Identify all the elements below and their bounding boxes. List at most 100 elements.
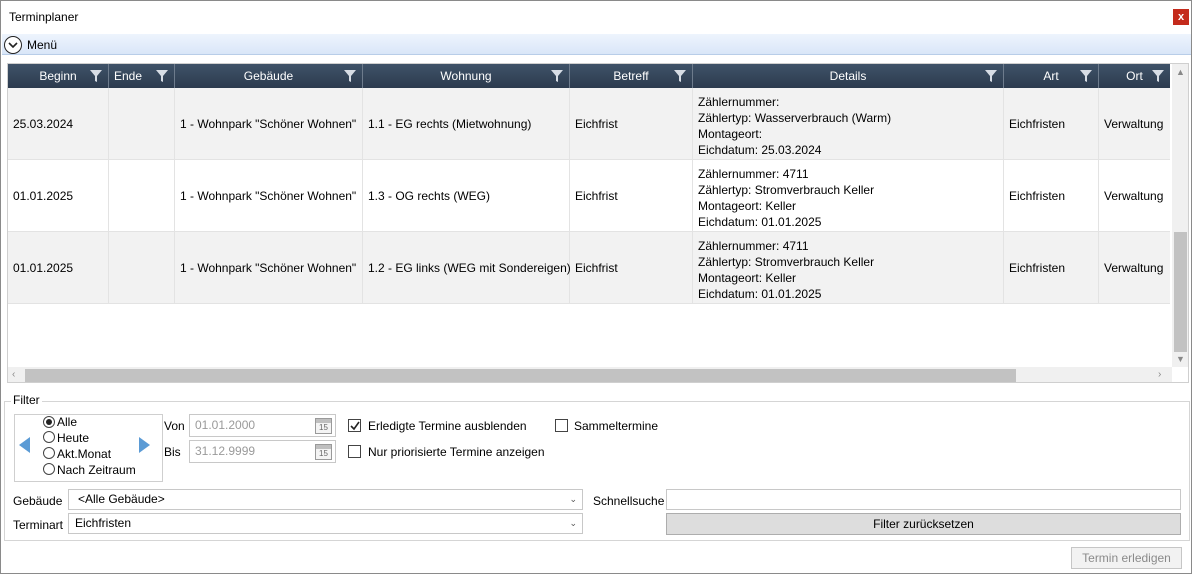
horizontal-scroll-thumb[interactable]: [25, 369, 1016, 382]
chevron-down-icon[interactable]: ⌄: [569, 514, 577, 533]
chevron-down-icon[interactable]: ⌄: [569, 490, 577, 509]
gebaeude-select[interactable]: <Alle Gebäude> ⌄: [68, 489, 583, 510]
column-header-betreff[interactable]: Betreff: [570, 64, 693, 88]
erledigte-checkbox[interactable]: [348, 419, 361, 432]
vertical-scroll-thumb[interactable]: [1174, 232, 1187, 352]
cell-ort: Verwaltung: [1104, 261, 1164, 275]
chevron-down-circle-icon[interactable]: [4, 36, 22, 54]
funnel-icon[interactable]: [344, 70, 356, 82]
close-icon: x: [1177, 11, 1185, 23]
cell-ort: Verwaltung: [1104, 189, 1164, 203]
column-header-label: Betreff: [613, 69, 649, 83]
scroll-right-icon[interactable]: ›: [1158, 369, 1161, 380]
sammeltermine-checkbox[interactable]: [555, 419, 568, 432]
cell-wohnung: 1.3 - OG rechts (WEG): [363, 160, 570, 232]
calendar-day: 15: [319, 449, 328, 458]
von-date-value: 01.01.2000: [195, 418, 256, 432]
terminplaner-window: Terminplaner x Menü Beginn Ende Gebäude …: [0, 0, 1192, 574]
funnel-icon[interactable]: [1080, 70, 1092, 82]
radio-nach-zeitraum[interactable]: [43, 463, 55, 475]
terminart-select-value: Eichfristen: [75, 516, 132, 530]
table-row[interactable]: 01.01.2025 1 - Wohnpark "Schöner Wohnen"…: [8, 232, 1170, 304]
schnellsuche-input[interactable]: [666, 489, 1181, 510]
radio-alle[interactable]: [43, 416, 55, 428]
cell-ende: [109, 232, 175, 304]
filter-reset-button[interactable]: Filter zurücksetzen: [666, 513, 1181, 535]
cell-beginn: 01.01.2025: [8, 232, 109, 304]
radio-akt-monat[interactable]: [43, 447, 55, 459]
grid-header: Beginn Ende Gebäude Wohnung Betreff Deta…: [8, 64, 1170, 88]
schnellsuche-label: Schnellsuche: [593, 494, 665, 508]
funnel-icon[interactable]: [156, 70, 168, 82]
vertical-scrollbar[interactable]: ▲ ▼: [1172, 64, 1188, 367]
cell-ende: [109, 160, 175, 232]
window-title: Terminplaner: [9, 10, 79, 24]
radio-label-alle[interactable]: Alle: [57, 415, 77, 429]
column-header-details[interactable]: Details: [693, 64, 1004, 88]
title-bar: Terminplaner x: [1, 1, 1191, 32]
cell-ende: [109, 88, 175, 160]
radio-label-heute[interactable]: Heute: [57, 431, 89, 445]
priorisiert-checkbox[interactable]: [348, 445, 361, 458]
details-line: Zählertyp: Stromverbrauch Keller: [698, 183, 875, 197]
column-header-art[interactable]: Art: [1004, 64, 1099, 88]
radio-heute[interactable]: [43, 431, 55, 443]
cell-art: Eichfristen: [1004, 88, 1099, 160]
column-header-ende[interactable]: Ende: [109, 64, 175, 88]
cell-details: Zählernummer: 4711 Zählertyp: Stromverbr…: [693, 232, 1004, 304]
details-line: Zählernummer: 4711: [698, 239, 809, 253]
radio-label-nach-zeitraum[interactable]: Nach Zeitraum: [57, 463, 136, 477]
details-line: Zählertyp: Wasserverbrauch (Warm): [698, 111, 892, 125]
scroll-up-icon[interactable]: ▲: [1176, 67, 1185, 77]
cell-art: Eichfristen: [1004, 232, 1099, 304]
scroll-left-icon[interactable]: ‹: [12, 369, 15, 380]
cell-beginn: 01.01.2025: [8, 160, 109, 232]
radio-label-akt-monat[interactable]: Akt.Monat: [57, 447, 111, 461]
bis-date-input[interactable]: 31.12.9999 15: [189, 440, 336, 463]
column-header-gebaeude[interactable]: Gebäude: [175, 64, 363, 88]
column-header-wohnung[interactable]: Wohnung: [363, 64, 570, 88]
horizontal-scrollbar[interactable]: ‹ ›: [8, 367, 1172, 382]
cell-wohnung: 1.1 - EG rechts (Mietwohnung): [363, 88, 570, 160]
table-row[interactable]: 01.01.2025 1 - Wohnpark "Schöner Wohnen"…: [8, 160, 1170, 232]
cell-betreff: Eichfrist: [570, 88, 693, 160]
column-header-beginn[interactable]: Beginn: [8, 64, 109, 88]
calendar-icon[interactable]: 15: [315, 418, 332, 434]
terminart-select[interactable]: Eichfristen ⌄: [68, 513, 583, 534]
cell-gebaeude: 1 - Wohnpark "Schöner Wohnen": [175, 88, 363, 160]
funnel-icon[interactable]: [551, 70, 563, 82]
details-line: Zählernummer:: [698, 95, 780, 109]
funnel-icon[interactable]: [674, 70, 686, 82]
cell-beginn: 25.03.2024: [8, 88, 109, 160]
termin-erledigen-button[interactable]: Termin erledigen: [1071, 547, 1182, 569]
von-date-input[interactable]: 01.01.2000 15: [189, 414, 336, 437]
calendar-icon[interactable]: 15: [315, 444, 332, 460]
close-button[interactable]: x: [1173, 9, 1189, 25]
gebaeude-select-value: <Alle Gebäude>: [78, 492, 165, 506]
cell-betreff: Eichfrist: [570, 232, 693, 304]
gebaeude-label: Gebäude: [13, 494, 63, 508]
triangle-right-icon[interactable]: [139, 437, 150, 453]
column-header-label: Ende: [114, 69, 143, 83]
column-header-ort[interactable]: Ort: [1099, 64, 1170, 88]
scroll-down-icon[interactable]: ▼: [1176, 354, 1185, 364]
menu-bar[interactable]: Menü: [2, 34, 1191, 55]
table-row[interactable]: 25.03.2024 1 - Wohnpark "Schöner Wohnen"…: [8, 88, 1170, 160]
von-label: Von: [164, 419, 185, 433]
funnel-icon[interactable]: [1152, 70, 1164, 82]
erledigte-label[interactable]: Erledigte Termine ausblenden: [368, 419, 527, 433]
cell-details: Zählernummer: 4711 Zählertyp: Stromverbr…: [693, 160, 1004, 232]
priorisiert-label[interactable]: Nur priorisierte Termine anzeigen: [368, 445, 545, 459]
cell-wohnung: 1.2 - EG links (WEG mit Sondereigen): [363, 232, 571, 304]
funnel-icon[interactable]: [985, 70, 997, 82]
terminart-label: Terminart: [13, 518, 64, 532]
bis-date-value: 31.12.9999: [195, 444, 256, 458]
column-header-label: Wohnung: [440, 69, 492, 83]
sammeltermine-label[interactable]: Sammeltermine: [574, 419, 658, 433]
filter-legend: Filter: [11, 393, 42, 407]
menu-label[interactable]: Menü: [27, 38, 57, 52]
triangle-left-icon[interactable]: [19, 437, 30, 453]
funnel-icon[interactable]: [90, 70, 102, 82]
column-header-label: Details: [829, 69, 867, 83]
details-line: Montageort: Keller: [698, 271, 797, 285]
